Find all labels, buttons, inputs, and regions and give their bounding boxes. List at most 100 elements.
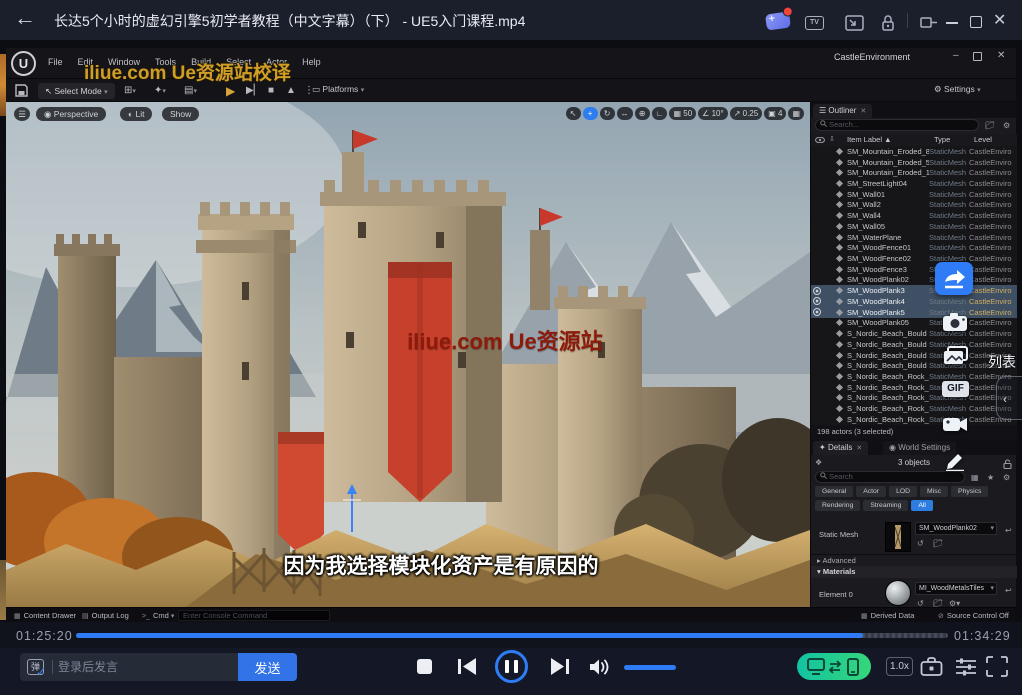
playback-speed-button[interactable]: 1.0x bbox=[886, 657, 913, 676]
outliner-row[interactable]: SM_Wall05 StaticMesh CastleEnviro bbox=[811, 221, 1017, 232]
visibility-eye-icon[interactable] bbox=[813, 308, 823, 316]
content-drawer-button[interactable]: ▦Content Drawer bbox=[14, 608, 76, 622]
send-button[interactable]: 发送 bbox=[238, 653, 297, 681]
tv-cast-icon[interactable]: TV bbox=[805, 16, 824, 30]
ue-minimize-icon[interactable]: – bbox=[953, 50, 959, 61]
skip-icon[interactable]: ▶▏ bbox=[246, 83, 261, 99]
camera-speed-toggle[interactable]: ▣ 4 bbox=[764, 107, 786, 120]
outliner-row[interactable]: SM_WoodPlank05 StaticMesh CastleEnviro bbox=[811, 318, 1017, 329]
grid-view-icon[interactable]: ▦ bbox=[971, 473, 979, 482]
maximize-viewport-icon[interactable]: ▦ bbox=[788, 107, 804, 120]
material-thumbnail[interactable] bbox=[885, 580, 911, 606]
video-record-icon[interactable] bbox=[942, 416, 968, 433]
filter-chip[interactable]: Rendering bbox=[815, 500, 860, 511]
cast-device-button[interactable] bbox=[797, 653, 871, 680]
ue-maximize-icon[interactable] bbox=[973, 52, 982, 61]
outliner-row[interactable]: SM_WoodPlank02 StaticMesh CastleEnviro bbox=[811, 275, 1017, 286]
outliner-row[interactable]: SM_WoodFence3 StaticMesh CastleEnviro bbox=[811, 264, 1017, 275]
source-control-button[interactable]: ⊘Source Control Off bbox=[938, 608, 1009, 622]
lit-dropdown[interactable]: ◐ Lit bbox=[120, 107, 152, 121]
rotate-tool-icon[interactable]: ↻ bbox=[600, 107, 615, 120]
outliner-row[interactable]: S_Nordic_Beach_Rock_ StaticMesh CastleEn… bbox=[811, 403, 1017, 414]
filter-chip[interactable]: Actor bbox=[856, 486, 886, 497]
rotation-snap-toggle[interactable]: ∠ 10° bbox=[698, 107, 728, 120]
eject-icon[interactable]: ▲ bbox=[286, 83, 296, 99]
unlock-icon[interactable] bbox=[1003, 459, 1012, 469]
pause-button[interactable] bbox=[495, 650, 528, 683]
filter-chip[interactable]: Streaming bbox=[863, 500, 908, 511]
outliner-row[interactable]: SM_Mountain_Eroded_1 StaticMesh CastleEn… bbox=[811, 167, 1017, 178]
outliner-search-input[interactable]: Search... bbox=[815, 119, 979, 131]
share-button[interactable] bbox=[935, 262, 973, 295]
volume-slider[interactable] bbox=[624, 665, 676, 670]
scale-snap-toggle[interactable]: ↗ 0.25 bbox=[730, 107, 763, 120]
visibility-eye-icon[interactable] bbox=[813, 297, 823, 305]
outliner-row[interactable]: SM_WoodPlank3 StaticMesh CastleEnviro bbox=[811, 285, 1017, 296]
filter-chip[interactable]: Misc bbox=[920, 486, 948, 497]
browse-asset-icon[interactable]: ↺ bbox=[917, 539, 924, 548]
playlist-tab-label[interactable]: 列表 bbox=[988, 352, 1016, 372]
outliner-row[interactable]: SM_WoodPlank5 StaticMesh CastleEnviro bbox=[811, 307, 1017, 318]
materials-section[interactable]: ▾ Materials bbox=[811, 566, 1017, 578]
add-actor-icon[interactable]: ⊞▾ bbox=[124, 83, 136, 100]
close-tab-icon[interactable]: ✕ bbox=[860, 108, 866, 115]
volume-icon[interactable] bbox=[589, 658, 611, 676]
static-mesh-combo[interactable]: SM_WoodPlank02▾ bbox=[915, 522, 997, 535]
visibility-column-icon[interactable] bbox=[815, 137, 825, 143]
outliner-row[interactable]: SM_WoodFence01 StaticMesh CastleEnviro bbox=[811, 242, 1017, 253]
toolbox-icon[interactable] bbox=[920, 656, 943, 677]
outliner-row[interactable]: S_Nordic_Beach_Bould StaticMesh CastleEn… bbox=[811, 350, 1017, 361]
close-tab-icon[interactable]: ✕ bbox=[856, 445, 862, 452]
derived-data-button[interactable]: ▦Derived Data bbox=[861, 608, 914, 622]
outliner-row[interactable]: S_Nordic_Beach_Rock_ StaticMesh CastleEn… bbox=[811, 382, 1017, 393]
outliner-row[interactable]: S_Nordic_Beach_Bould StaticMesh CastleEn… bbox=[811, 328, 1017, 339]
mini-player-icon[interactable] bbox=[845, 15, 864, 31]
play-icon[interactable]: ▶ bbox=[226, 83, 235, 99]
select-tool-icon[interactable]: ↖ bbox=[566, 107, 581, 120]
visibility-eye-icon[interactable] bbox=[813, 287, 823, 295]
filter-chip[interactable]: All bbox=[911, 500, 933, 511]
ue-close-icon[interactable]: ✕ bbox=[997, 50, 1005, 61]
annotate-pencil-icon[interactable] bbox=[944, 452, 966, 471]
platforms-dropdown[interactable]: ▭ Platforms ▾ bbox=[312, 84, 364, 95]
surface-snap-icon[interactable]: ∟ bbox=[652, 107, 668, 120]
outliner-row[interactable]: SM_Wall2 StaticMesh CastleEnviro bbox=[811, 200, 1017, 211]
save-icon[interactable] bbox=[15, 84, 28, 97]
select-mode-dropdown[interactable]: ↖ Select Mode ▾ bbox=[38, 83, 115, 99]
minimize-icon[interactable] bbox=[946, 22, 958, 24]
filter-chip[interactable]: LOD bbox=[889, 486, 917, 497]
settings-sliders-icon[interactable] bbox=[955, 657, 977, 676]
outliner-row[interactable]: SM_WoodFence02 StaticMesh CastleEnviro bbox=[811, 253, 1017, 264]
filter-chip[interactable]: General bbox=[815, 486, 853, 497]
next-button[interactable] bbox=[551, 658, 569, 675]
back-icon[interactable]: ← bbox=[14, 5, 36, 31]
video-frame[interactable]: U FileEditWindowToolsBuildSelectActorHel… bbox=[0, 40, 1022, 622]
stop-button[interactable] bbox=[417, 659, 432, 674]
details-search-input[interactable]: Search bbox=[815, 471, 965, 483]
outliner-row[interactable]: SM_WaterPlane StaticMesh CastleEnviro bbox=[811, 232, 1017, 243]
material-combo[interactable]: MI_WoodMetalsTiles▾ bbox=[915, 582, 997, 595]
outliner-row[interactable]: S_Nordic_Beach_Bould StaticMesh CastleEn… bbox=[811, 360, 1017, 371]
outliner-row[interactable]: SM_Mountain_Eroded_8 StaticMesh CastleEn… bbox=[811, 146, 1017, 157]
tab-outliner[interactable]: ☰ Outliner✕ bbox=[813, 104, 872, 118]
cinematics-icon[interactable]: ▤▾ bbox=[184, 83, 197, 100]
lock-icon[interactable] bbox=[881, 14, 895, 32]
fullscreen-icon[interactable] bbox=[986, 656, 1008, 677]
game-center-icon[interactable] bbox=[765, 11, 791, 30]
details-settings-icon[interactable]: ⚙ bbox=[1003, 473, 1010, 482]
favorites-star-icon[interactable]: ★ bbox=[987, 473, 994, 482]
scale-tool-icon[interactable]: ↔ bbox=[617, 107, 633, 120]
cmd-dropdown[interactable]: >_Cmd ▾ bbox=[142, 608, 174, 622]
tab-details[interactable]: ✦ Details✕ bbox=[813, 441, 868, 455]
viewport-menu-icon[interactable]: ☰ bbox=[14, 107, 30, 121]
outliner-row[interactable]: SM_Wall01 StaticMesh CastleEnviro bbox=[811, 189, 1017, 200]
album-images-icon[interactable] bbox=[943, 346, 968, 365]
maximize-icon[interactable] bbox=[970, 16, 982, 28]
outliner-row[interactable]: SM_Wall4 StaticMesh CastleEnviro bbox=[811, 210, 1017, 221]
blueprints-icon[interactable]: ✦▾ bbox=[154, 83, 166, 100]
screenshot-camera-icon[interactable] bbox=[942, 312, 968, 332]
outliner-row[interactable]: SM_StreetLight04 StaticMesh CastleEnviro bbox=[811, 178, 1017, 189]
playlist-collapse-handle[interactable]: ‹ bbox=[996, 376, 1022, 420]
outliner-settings-icon[interactable]: ⚙ bbox=[1003, 121, 1010, 130]
reset-material-icon[interactable]: ↩ bbox=[1005, 586, 1012, 595]
